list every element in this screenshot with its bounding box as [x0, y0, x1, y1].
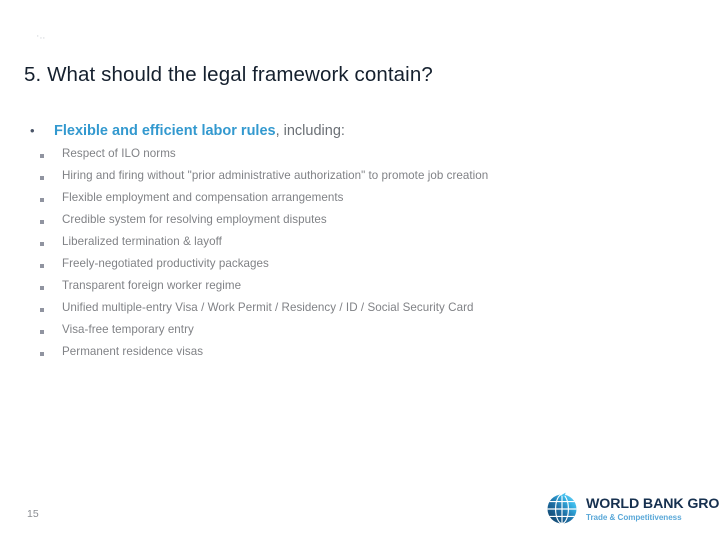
- slide-canvas: ·.. 5. What should the legal framework c…: [0, 0, 720, 540]
- square-bullet-icon: [40, 344, 62, 361]
- logo-tagline: Trade & Competitiveness: [586, 512, 682, 522]
- scan-artifact: ·..: [36, 28, 54, 48]
- logo-wordmark: WORLD BANK GROUP Trade & Competitiveness: [579, 496, 720, 523]
- square-bullet-icon: [40, 322, 62, 339]
- list-item-label: Visa-free temporary entry: [62, 323, 194, 336]
- main-bullet-row: • Flexible and efficient labor rules, in…: [30, 122, 345, 141]
- square-bullet-icon: [40, 168, 62, 185]
- world-bank-group-logo: WORLD BANK GROUP Trade & Competitiveness: [545, 492, 720, 526]
- list-item: Permanent residence visas: [40, 344, 680, 366]
- list-item-label: Transparent foreign worker regime: [62, 279, 242, 292]
- main-bullet-text: Flexible and efficient labor rules, incl…: [44, 122, 345, 141]
- scan-artifact-glyph: ·..: [36, 28, 46, 41]
- main-bullet-highlight: Flexible and efficient labor rules: [54, 123, 276, 139]
- square-bullet-icon: [40, 256, 62, 273]
- list-item-label: Freely-negotiated productivity packages: [62, 257, 269, 270]
- square-bullet-icon: [40, 300, 62, 317]
- logo-name: WORLD BANK GROUP: [586, 495, 720, 512]
- list-item: Transparent foreign worker regime: [40, 278, 680, 300]
- list-item: Credible system for resolving employment…: [40, 212, 680, 234]
- page-number: 15: [27, 508, 39, 520]
- list-item-label: Hiring and firing without "prior adminis…: [62, 169, 489, 182]
- list-item-label: Credible system for resolving employment…: [62, 213, 327, 226]
- list-item: Hiring and firing without "prior adminis…: [40, 168, 680, 190]
- list-item: Visa-free temporary entry: [40, 322, 680, 344]
- list-item-label: Flexible employment and compensation arr…: [62, 191, 344, 204]
- square-bullet-icon: [40, 278, 62, 295]
- list-item: Flexible employment and compensation arr…: [40, 190, 680, 212]
- page-title: 5. What should the legal framework conta…: [24, 63, 433, 86]
- globe-icon: [545, 492, 579, 526]
- list-item: Unified multiple-entry Visa / Work Permi…: [40, 300, 680, 322]
- square-bullet-icon: [40, 146, 62, 163]
- list-item-label: Permanent residence visas: [62, 345, 204, 358]
- square-bullet-icon: [40, 190, 62, 207]
- square-bullet-icon: [40, 234, 62, 251]
- list-item-label: Unified multiple-entry Visa / Work Permi…: [62, 301, 474, 314]
- list-item: Respect of ILO norms: [40, 146, 680, 168]
- bullet-dot-icon: •: [30, 123, 35, 138]
- list-item-label: Respect of ILO norms: [62, 147, 176, 160]
- sub-bullet-list: Respect of ILO norms Hiring and firing w…: [40, 146, 680, 366]
- list-item: Freely-negotiated productivity packages: [40, 256, 680, 278]
- list-item: Liberalized termination & layoff: [40, 234, 680, 256]
- square-bullet-icon: [40, 212, 62, 229]
- main-bullet-tail: , including:: [275, 123, 345, 139]
- list-item-label: Liberalized termination & layoff: [62, 235, 222, 248]
